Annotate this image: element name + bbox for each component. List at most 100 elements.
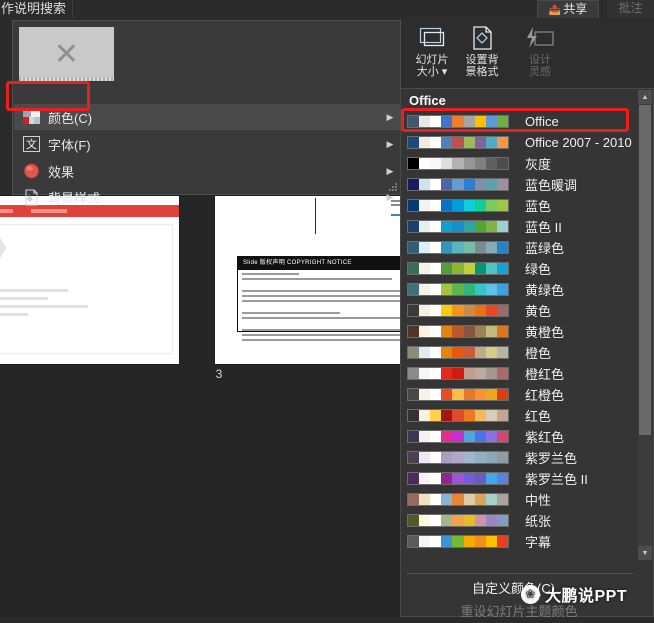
theme-row[interactable]: 纸张: [402, 510, 637, 531]
theme-name: 蓝色 II: [525, 220, 562, 235]
theme-swatch: [474, 221, 486, 232]
theme-swatch: [452, 263, 464, 274]
weibo-logo-icon: ❀: [521, 584, 540, 604]
theme-swatch: [430, 410, 442, 421]
theme-row[interactable]: 灰度: [402, 153, 637, 174]
format-background-button[interactable]: 设置背 景格式: [459, 22, 505, 78]
design-ideas-button[interactable]: 设计 灵感: [517, 22, 563, 78]
theme-swatch: [463, 158, 475, 169]
theme-color-list[interactable]: Office Office 2007 - 2010 灰度 蓝色暖调蓝色蓝色 II 蓝绿色…: [402, 111, 637, 570]
comments-button[interactable]: 批注: [607, 0, 654, 19]
theme-swatch: [485, 326, 497, 337]
theme-swatch: [485, 137, 497, 148]
theme-row[interactable]: 字幕: [402, 531, 637, 552]
bottom-dots: ....: [495, 606, 514, 616]
scrollbar-thumb[interactable]: [639, 105, 651, 435]
scroll-down-arrow-icon[interactable]: ▼: [638, 546, 652, 560]
theme-swatch: [474, 263, 486, 274]
theme-swatch: [408, 326, 420, 337]
slide-thumbnail-left[interactable]: [0, 195, 180, 365]
theme-swatch: [441, 347, 453, 358]
slide-size-button[interactable]: 幻灯片 大小 ▾: [409, 22, 455, 78]
theme-swatch-strip: [407, 514, 509, 527]
theme-row[interactable]: 蓝绿色: [402, 237, 637, 258]
theme-swatch: [463, 515, 475, 526]
theme-swatch: [441, 494, 453, 505]
theme-swatch: [430, 452, 442, 463]
theme-name: 绿色: [525, 262, 552, 277]
theme-swatch: [441, 263, 453, 274]
theme-swatch: [452, 389, 464, 400]
theme-row[interactable]: 橙红色: [402, 363, 637, 384]
theme-swatch: [485, 221, 497, 232]
share-button[interactable]: 📤 共享: [537, 0, 599, 19]
theme-name: 橙色: [525, 346, 552, 361]
theme-swatch-strip: [407, 451, 509, 464]
theme-swatch: [408, 494, 420, 505]
theme-row[interactable]: 橙色: [402, 342, 637, 363]
font-icon: 文: [14, 136, 48, 152]
hatch-strip: [19, 77, 114, 81]
theme-row[interactable]: 紫罗兰色: [402, 447, 637, 468]
theme-row[interactable]: 蓝色 II: [402, 216, 637, 237]
theme-row[interactable]: 蓝色: [402, 195, 637, 216]
theme-row[interactable]: 黄色: [402, 300, 637, 321]
flyout-title: Office: [409, 93, 446, 108]
resize-grip[interactable]: [388, 182, 398, 192]
theme-row[interactable]: 绿色: [402, 258, 637, 279]
theme-row[interactable]: 红色: [402, 405, 637, 426]
theme-swatch: [485, 242, 497, 253]
menu-item-effect-label: 效果: [48, 164, 75, 180]
theme-swatch: [474, 326, 486, 337]
theme-row[interactable]: 蓝色暖调: [402, 174, 637, 195]
theme-swatch: [496, 515, 508, 526]
theme-swatch-strip: [407, 262, 509, 275]
theme-swatch: [452, 410, 464, 421]
theme-swatch: [441, 158, 453, 169]
theme-swatch: [496, 473, 508, 484]
theme-swatch-strip: [407, 241, 509, 254]
variant-preview-thumbnail[interactable]: ✕: [19, 27, 114, 81]
theme-row[interactable]: Office: [402, 111, 637, 132]
theme-swatch: [430, 368, 442, 379]
menu-item-effect[interactable]: 效果 ▶: [14, 158, 401, 184]
theme-name: Office 2007 - 2010: [525, 135, 632, 150]
theme-row[interactable]: 黄绿色: [402, 279, 637, 300]
theme-row[interactable]: 红橙色: [402, 384, 637, 405]
theme-swatch: [463, 410, 475, 421]
share-icon: 📤: [548, 5, 562, 16]
theme-swatch: [452, 116, 464, 127]
theme-swatch: [430, 389, 442, 400]
theme-swatch: [474, 473, 486, 484]
theme-swatch-strip: [407, 220, 509, 233]
theme-swatch: [463, 200, 475, 211]
theme-name: 紫红色: [525, 430, 565, 445]
tell-me-label: 作说明搜索: [1, 1, 67, 16]
theme-swatch-strip: [407, 535, 509, 548]
top-strip: 作说明搜索 📤 共享 批注: [0, 0, 654, 19]
menu-item-background-style[interactable]: 背景样式 ▶: [14, 184, 401, 210]
theme-row[interactable]: 紫罗兰色 II: [402, 468, 637, 489]
theme-swatch: [474, 242, 486, 253]
menu-item-color[interactable]: 颜色(C) ▶: [14, 104, 401, 130]
theme-swatch: [485, 431, 497, 442]
theme-list-scrollbar[interactable]: ▲ ▼: [638, 90, 652, 560]
theme-row[interactable]: 紫红色: [402, 426, 637, 447]
theme-name: 蓝色: [525, 199, 552, 214]
theme-row[interactable]: 黄橙色: [402, 321, 637, 342]
theme-swatch: [419, 368, 431, 379]
theme-swatch: [452, 221, 464, 232]
theme-swatch: [408, 410, 420, 421]
menu-item-font[interactable]: 文 字体(F) ▶: [14, 131, 401, 157]
theme-swatch: [408, 368, 420, 379]
theme-swatch: [485, 494, 497, 505]
scroll-up-arrow-icon[interactable]: ▲: [638, 90, 652, 104]
theme-swatch: [452, 452, 464, 463]
theme-swatch-strip: [407, 472, 509, 485]
theme-name: 黄绿色: [525, 283, 565, 298]
theme-row[interactable]: Office 2007 - 2010: [402, 132, 637, 153]
theme-swatch-strip: [407, 493, 509, 506]
tell-me-search-box[interactable]: 作说明搜索: [0, 0, 74, 18]
theme-swatch: [485, 410, 497, 421]
theme-row[interactable]: 中性: [402, 489, 637, 510]
